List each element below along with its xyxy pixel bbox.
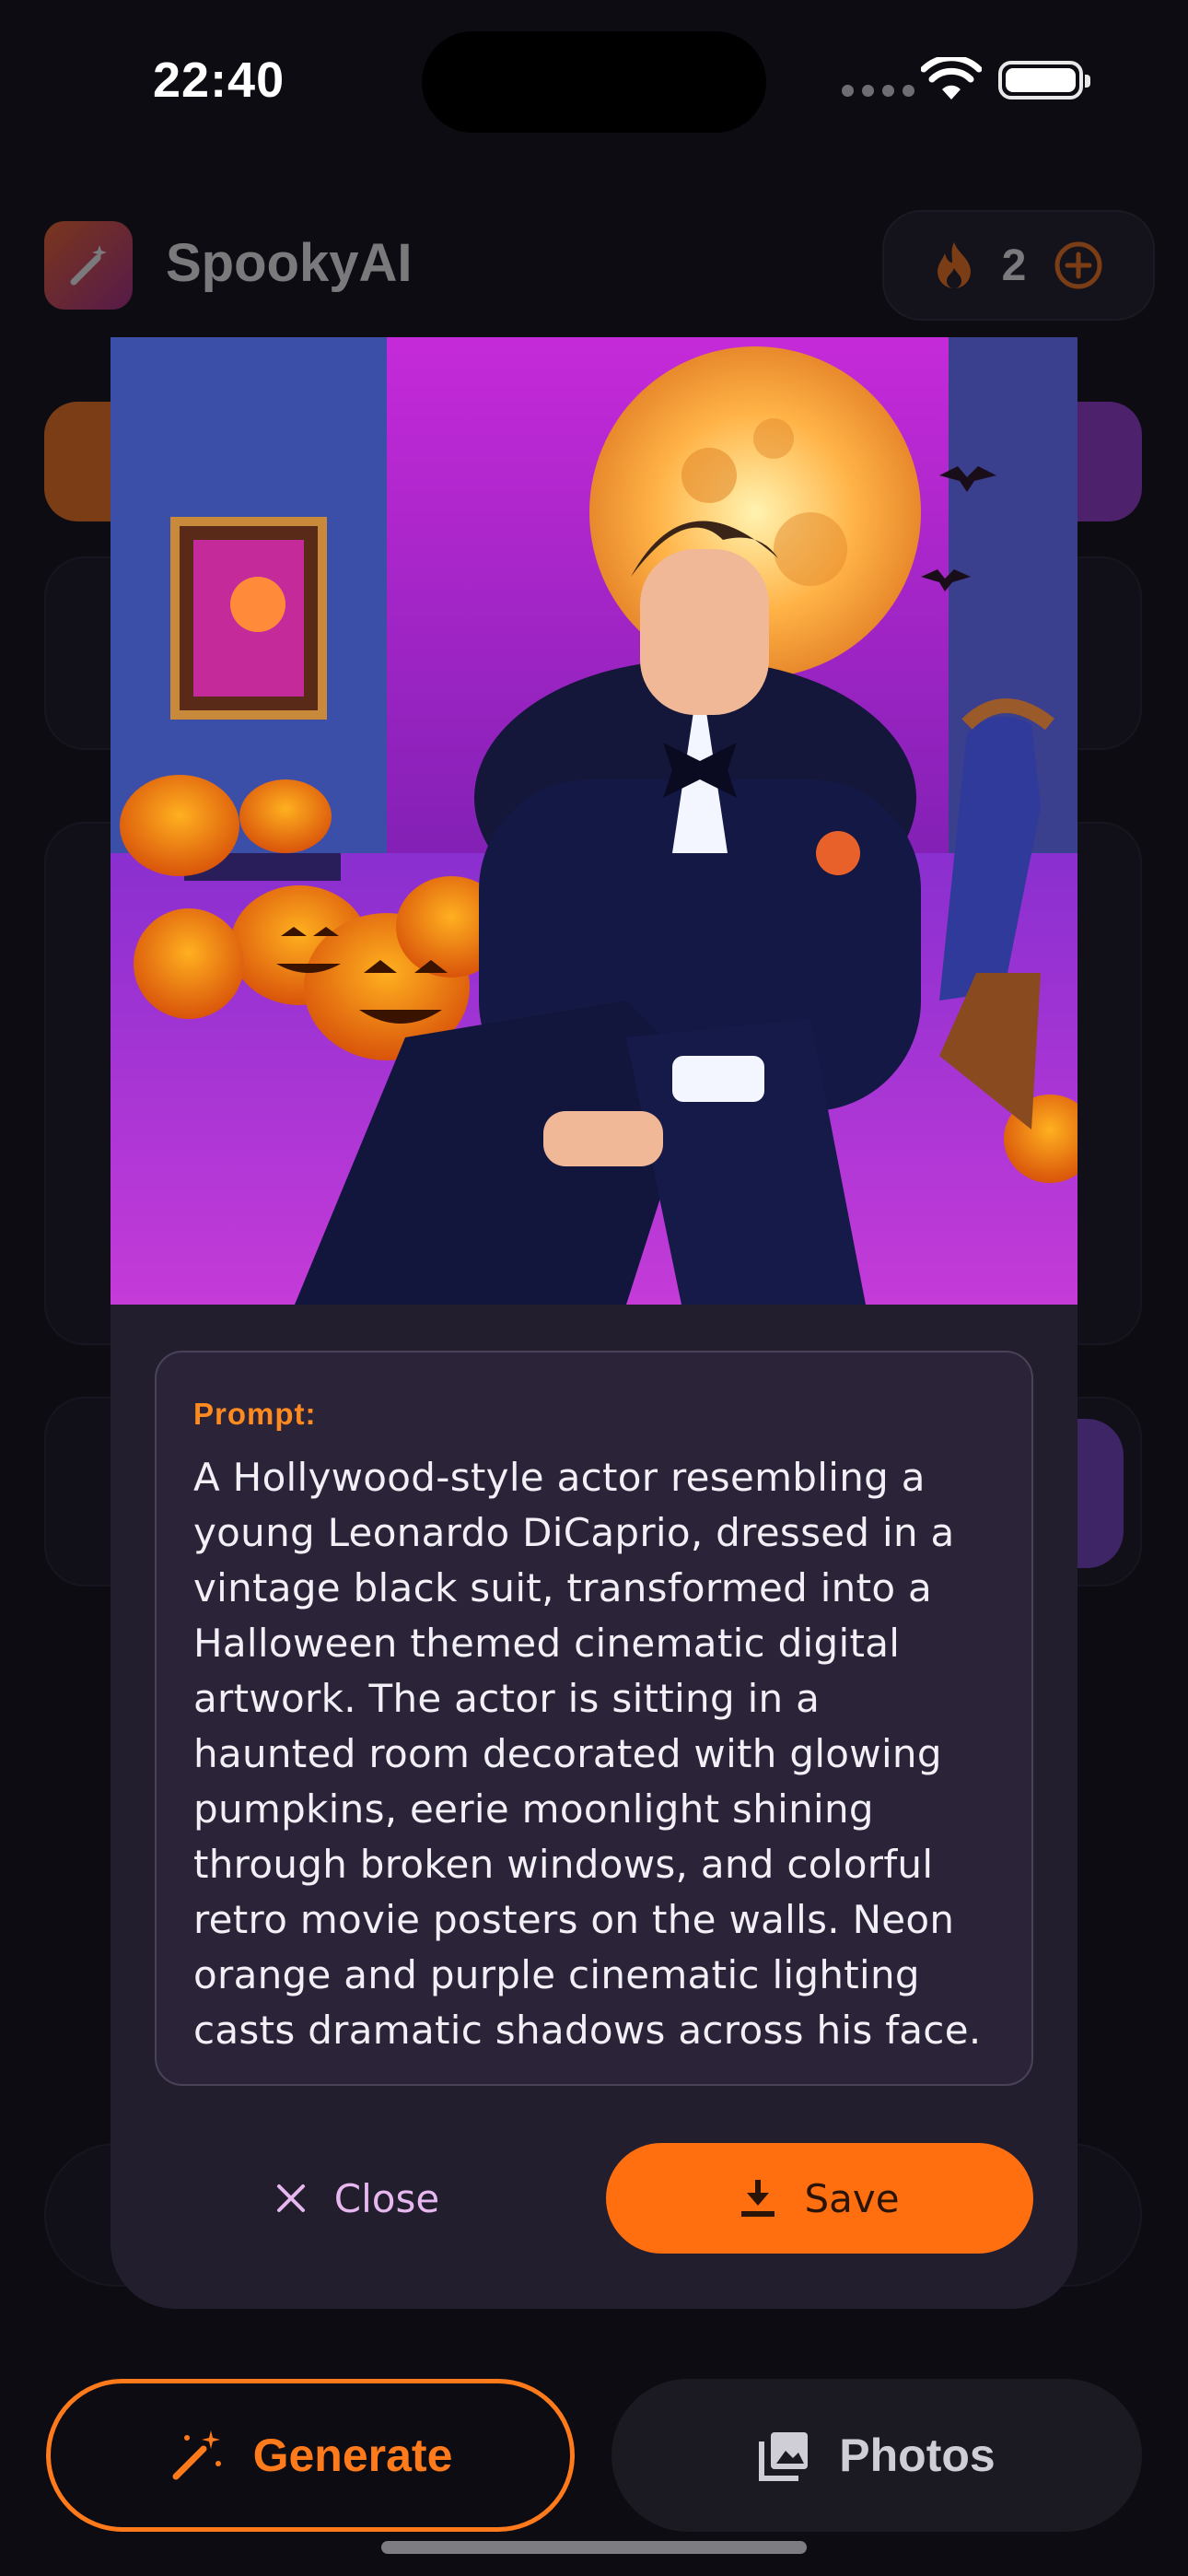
photos-icon	[759, 2432, 809, 2481]
download-icon	[741, 2180, 775, 2217]
credits-count: 2	[1001, 240, 1027, 290]
background-tab-edge	[1068, 402, 1142, 521]
image-preview-modal: Prompt: A Hollywood-style actor resembli…	[111, 337, 1077, 2309]
prompt-card: Prompt: A Hollywood-style actor resembli…	[155, 1351, 1033, 2086]
magic-wand-icon	[172, 2430, 221, 2480]
save-button[interactable]: Save	[606, 2143, 1033, 2254]
nav-generate-button[interactable]: Generate	[46, 2379, 575, 2532]
close-button[interactable]: Close	[155, 2143, 560, 2254]
close-label: Close	[333, 2175, 440, 2221]
nav-generate-label: Generate	[252, 2430, 453, 2481]
nav-photos-label: Photos	[839, 2430, 996, 2481]
close-icon	[276, 2184, 305, 2212]
nav-photos-button[interactable]: Photos	[611, 2379, 1142, 2532]
flame-icon	[937, 242, 971, 288]
prompt-text: A Hollywood-style actor resembling a you…	[193, 1455, 982, 2053]
plus-circle-icon[interactable]	[1054, 240, 1103, 290]
app-title: SpookyAI	[166, 233, 413, 293]
app-logo	[44, 221, 133, 310]
credits-pill[interactable]: 2	[882, 210, 1155, 321]
prompt-label: Prompt:	[193, 1397, 317, 1431]
screen: 22:40 SpookyAI 2 Generate Photos Prompt:…	[0, 0, 1188, 2576]
magic-wand-icon	[70, 245, 107, 286]
generated-image	[111, 337, 1077, 1305]
save-label: Save	[804, 2175, 900, 2221]
home-indicator[interactable]	[381, 2541, 807, 2554]
